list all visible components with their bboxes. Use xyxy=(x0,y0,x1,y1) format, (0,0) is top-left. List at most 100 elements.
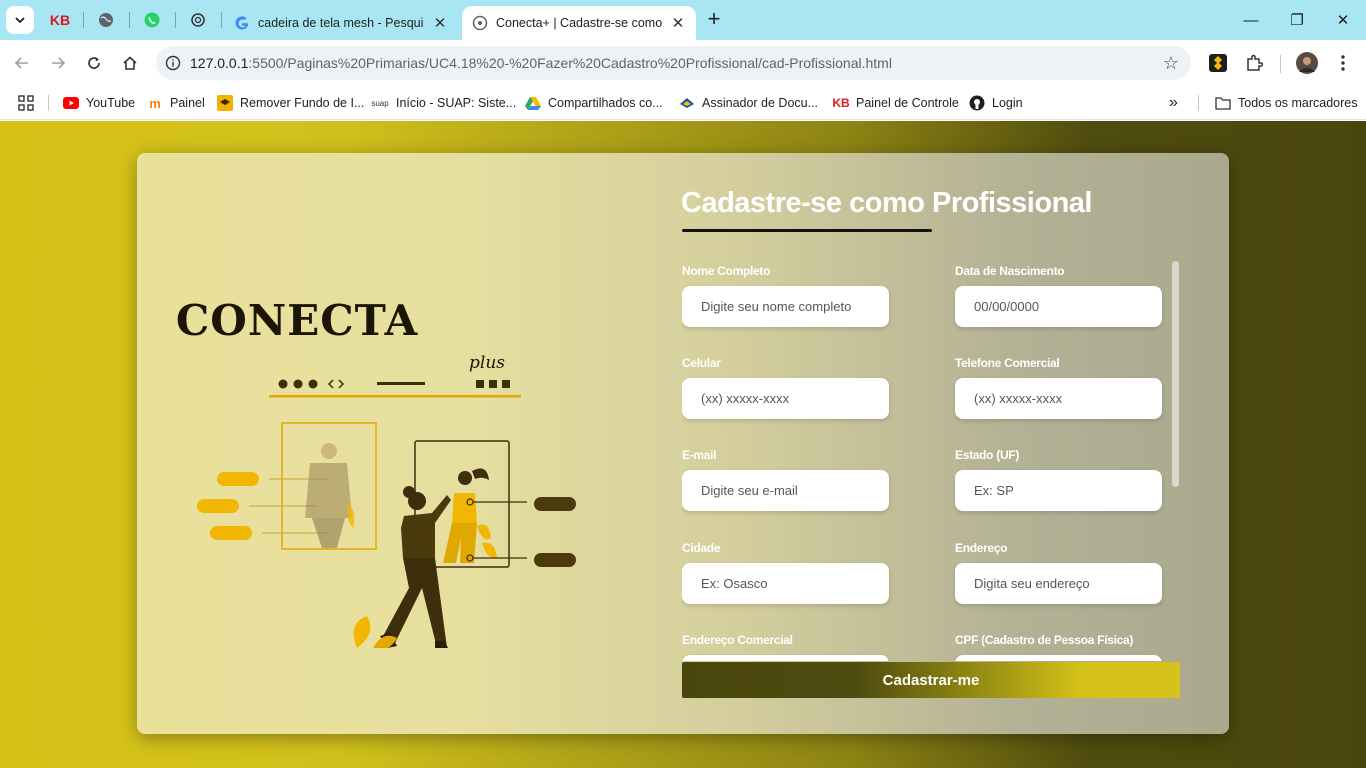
field-nome-completo: Nome Completo Digite seu nome completo xyxy=(682,264,889,327)
youtube-icon xyxy=(63,95,79,111)
reload-button[interactable] xyxy=(80,49,108,77)
bookmarks-overflow-button[interactable]: » xyxy=(1169,92,1178,114)
bookmark-label: Assinador de Docu... xyxy=(702,96,819,110)
url-text: 127.0.0.1:5500/Paginas%20Primarias/UC4.1… xyxy=(190,55,892,71)
page-title: Cadastre-se como Profissional xyxy=(681,187,1092,219)
field-label: Telefone Comercial xyxy=(955,356,1060,370)
google-icon xyxy=(235,16,249,30)
address-input[interactable]: Digita seu endereço xyxy=(955,563,1162,604)
arrow-right-icon xyxy=(52,57,66,69)
business-phone-input[interactable]: (xx) xxxxx-xxxx xyxy=(955,378,1162,419)
bookmark-star-icon[interactable]: ☆ xyxy=(1163,53,1179,74)
suap-icon: suap xyxy=(371,98,389,108)
home-button[interactable] xyxy=(116,49,144,77)
home-icon xyxy=(123,56,137,70)
tab-conecta-cadastro[interactable]: Conecta+ | Cadastre-se como p ✕ xyxy=(462,6,696,40)
tab-separator xyxy=(221,12,222,28)
tab-google-search[interactable]: cadeira de tela mesh - Pesquisa ✕ xyxy=(224,6,458,40)
page-globe-icon xyxy=(472,15,488,31)
bookmark-label: Login xyxy=(992,96,1023,110)
tab-strip: KB cadeira de tela mesh - Pesquisa ✕ Con… xyxy=(0,0,1366,40)
cpf-input[interactable] xyxy=(955,655,1162,661)
full-name-input[interactable]: Digite seu nome completo xyxy=(682,286,889,327)
extensions-button[interactable] xyxy=(1242,51,1266,75)
field-label: Endereço xyxy=(955,541,1008,555)
back-button[interactable] xyxy=(8,49,36,77)
bookmark-assinador[interactable]: Assinador de Docu... xyxy=(679,92,818,114)
signer-icon xyxy=(679,95,695,111)
bookmark-label: Início - SUAP: Siste... xyxy=(396,96,517,110)
register-button[interactable]: Cadastrar-me xyxy=(682,662,1180,698)
new-tab-button[interactable]: + xyxy=(702,8,726,32)
avatar xyxy=(1296,52,1318,74)
restore-button[interactable]: ❐ xyxy=(1274,0,1320,40)
apps-button[interactable] xyxy=(18,92,34,114)
field-celular: Celular (xx) xxxxx-xxxx xyxy=(682,356,889,419)
field-label: Endereço Comercial xyxy=(682,633,793,647)
browser-toolbar: 127.0.0.1:5500/Paginas%20Primarias/UC4.1… xyxy=(0,40,1366,86)
bookmark-divider xyxy=(48,95,49,111)
all-bookmarks-button[interactable]: Todos os marcadores xyxy=(1215,92,1358,114)
bookmark-divider xyxy=(1198,95,1199,111)
kb-icon: KB xyxy=(832,96,850,110)
pinned-tab-kb[interactable]: KB xyxy=(38,6,82,34)
field-telefone-comercial: Telefone Comercial (xx) xxxxx-xxxx xyxy=(955,356,1162,419)
bookmark-painel[interactable]: m Painel xyxy=(147,92,205,114)
field-email: E-mail Digite seu e-mail xyxy=(682,448,889,511)
form-scroll-area[interactable]: Nome Completo Digite seu nome completo D… xyxy=(682,261,1182,661)
close-icon[interactable]: ✕ xyxy=(670,14,686,32)
bookmark-label: Remover Fundo de I... xyxy=(240,96,365,110)
city-input[interactable]: Ex: Osasco xyxy=(682,563,889,604)
close-icon[interactable]: ✕ xyxy=(432,14,448,32)
binance-extension-icon xyxy=(1209,54,1227,72)
kebab-menu-icon xyxy=(1341,55,1345,71)
field-data-nascimento: Data de Nascimento 00/00/0000 xyxy=(955,264,1162,327)
bookmark-suap[interactable]: suap Início - SUAP: Siste... xyxy=(371,92,516,114)
folder-icon xyxy=(1215,95,1231,111)
field-label: E-mail xyxy=(682,448,717,462)
bookmark-label: Painel xyxy=(170,96,205,110)
profile-button[interactable] xyxy=(1295,51,1319,75)
field-label: Estado (UF) xyxy=(955,448,1020,462)
birth-date-input[interactable]: 00/00/0000 xyxy=(955,286,1162,327)
state-input[interactable]: Ex: SP xyxy=(955,470,1162,511)
bookmark-drive[interactable]: Compartilhados co... xyxy=(525,92,663,114)
close-window-button[interactable]: ✕ xyxy=(1320,0,1366,40)
mobile-phone-input[interactable]: (xx) xxxxx-xxxx xyxy=(682,378,889,419)
bookmark-label: Todos os marcadores xyxy=(1238,96,1358,110)
pinned-tab-whatsapp[interactable] xyxy=(130,6,174,34)
extension-button[interactable] xyxy=(1206,51,1230,75)
business-address-input[interactable] xyxy=(682,655,889,661)
form-scrollbar[interactable] xyxy=(1172,261,1179,487)
puzzle-icon xyxy=(1247,54,1263,71)
chrome-menu-button[interactable] xyxy=(1331,51,1355,75)
logo-title: CONECTA xyxy=(177,296,419,345)
field-label: Data de Nascimento xyxy=(955,264,1065,278)
toolbar-divider xyxy=(1280,55,1281,73)
minimize-button[interactable]: — xyxy=(1228,0,1274,40)
field-label: Nome Completo xyxy=(682,264,771,278)
google-drive-icon xyxy=(525,95,541,111)
tab-search-button[interactable] xyxy=(6,6,34,34)
bookmark-remove-bg[interactable]: Remover Fundo de I... xyxy=(217,92,364,114)
github-icon xyxy=(969,95,985,111)
title-underline xyxy=(682,229,932,232)
logo-subtitle: plus xyxy=(469,353,505,373)
apps-grid-icon xyxy=(18,95,34,111)
tab-title: cadeira de tela mesh - Pesquisa xyxy=(258,16,424,30)
bookmark-login[interactable]: Login xyxy=(969,92,1023,114)
bookmark-label: Compartilhados co... xyxy=(548,96,663,110)
pinned-tab-chatgpt[interactable] xyxy=(176,6,220,34)
forward-button[interactable] xyxy=(44,49,72,77)
reload-icon xyxy=(88,57,100,69)
field-label: CPF (Cadastro de Pessoa Física) xyxy=(955,633,1134,647)
kb-icon: KB xyxy=(49,12,71,28)
email-field[interactable]: Digite seu e-mail xyxy=(682,470,889,511)
chevron-down-icon xyxy=(15,17,25,24)
site-info-button[interactable] xyxy=(156,55,190,71)
pinned-tab-globe[interactable] xyxy=(84,6,128,34)
address-bar[interactable]: 127.0.0.1:5500/Paginas%20Primarias/UC4.1… xyxy=(156,46,1191,80)
field-endereco-comercial: Endereço Comercial xyxy=(682,633,889,661)
bookmark-youtube[interactable]: YouTube xyxy=(63,92,135,114)
bookmark-painel-controle[interactable]: KB Painel de Controle xyxy=(832,92,959,114)
